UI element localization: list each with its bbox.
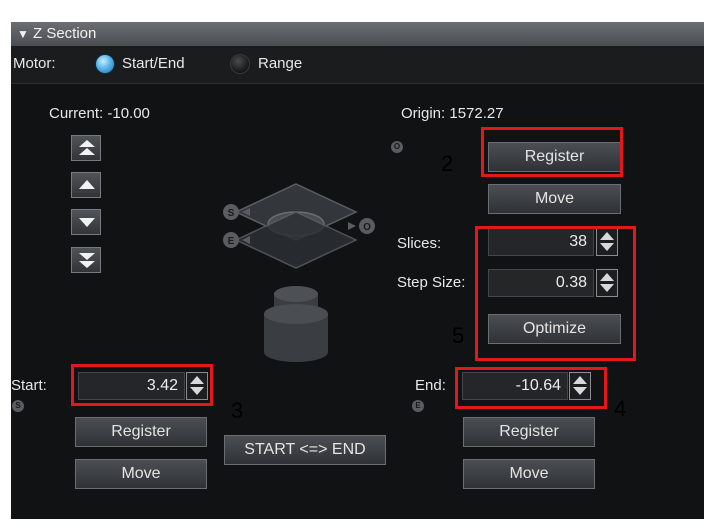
end-marker-icon: E [412,400,424,412]
start-register-button[interactable]: Register [75,417,207,447]
origin-move-button[interactable]: Move [488,184,621,214]
up-arrow-icon [79,180,95,189]
slices-label: Slices: [397,235,442,252]
highlight-origin-register [481,127,623,177]
annotation-4: 4 [614,396,627,421]
double-down-arrow-icon [79,253,95,268]
down-arrow-icon [79,218,95,227]
double-up-arrow-icon [79,140,95,155]
origin-label: Origin: 1572.27 [401,105,504,122]
z-stack-planes-icon [234,183,358,269]
highlight-slices-step-optimize [475,226,636,361]
start-end-radio[interactable] [96,55,114,73]
range-radio[interactable] [231,55,249,73]
highlight-end-field [455,367,607,409]
end-label: End: [415,377,446,394]
current-position-label: Current: -10.00 [49,105,150,122]
range-radio-label[interactable]: Range [258,55,302,72]
section-title: Z Section [33,25,97,42]
diagram-origin-marker: O [363,222,371,233]
motor-label: Motor: [13,55,56,72]
move-fast-up-button[interactable] [71,135,101,161]
objective-lens-icon [264,286,328,362]
end-register-button[interactable]: Register [463,417,595,447]
annotation-2: 2 [441,151,454,176]
origin-marker-icon: O [391,141,403,153]
swap-start-end-button[interactable]: START <=> END [224,435,386,465]
start-marker-icon: S [12,400,24,412]
z-section-header[interactable]: ▼ Z Section [11,22,704,46]
move-up-button[interactable] [71,172,101,198]
motor-mode-bar: Motor: Start/End Range [11,46,704,84]
highlight-start-field [71,364,213,406]
start-label: Start: [11,377,47,394]
move-fast-down-button[interactable] [71,247,101,273]
annotation-5: 5 [452,323,465,348]
collapse-triangle-icon[interactable]: ▼ [17,22,29,46]
annotation-3: 3 [231,398,244,423]
move-down-button[interactable] [71,209,101,235]
diagram-end-marker: E [228,236,235,247]
start-end-radio-label[interactable]: Start/End [122,55,185,72]
z-stack-diagram: S E O [223,183,375,362]
diagram-start-marker: S [228,208,235,219]
start-move-button[interactable]: Move [75,459,207,489]
end-move-button[interactable]: Move [463,459,595,489]
step-size-label: Step Size: [397,274,466,291]
